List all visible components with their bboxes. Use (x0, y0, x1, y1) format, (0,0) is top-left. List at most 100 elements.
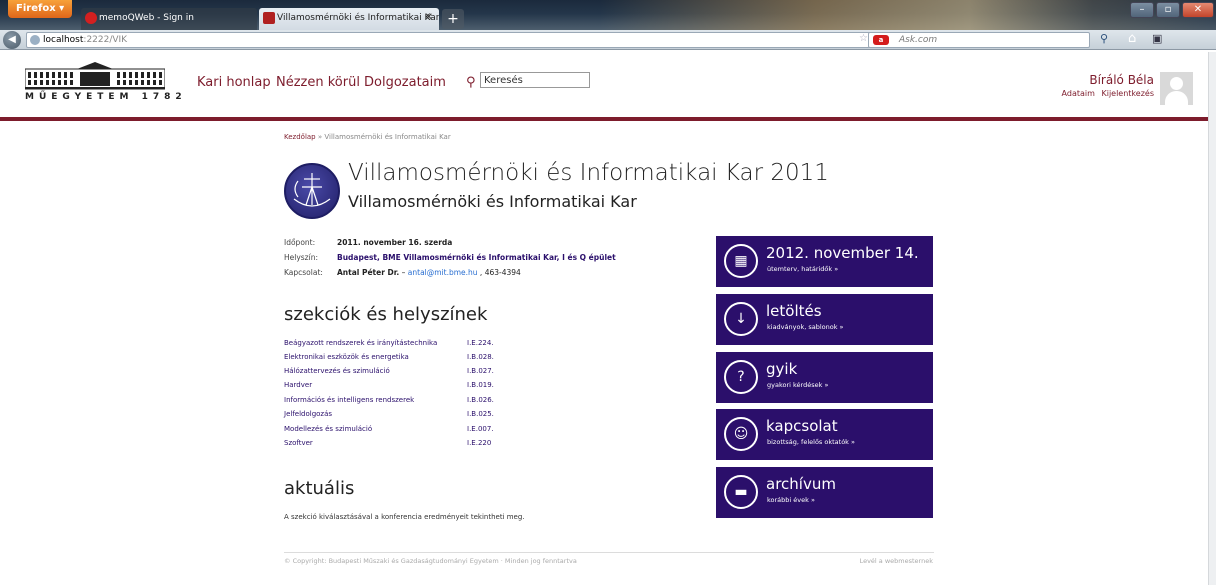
tile-subtitle: bizottság, felelős oktatók » (767, 438, 855, 446)
info-value: Antal Péter Dr. – antal@mit.bme.hu , 463… (337, 268, 521, 277)
nav-nezzen-korul[interactable]: Nézzen körül (276, 75, 360, 90)
location-link[interactable]: Budapest, BME Villamosmérnöki és Informa… (337, 253, 616, 262)
section-room: I.B.019. (467, 381, 494, 389)
url-path: :2222/VIK (83, 35, 128, 45)
aktualis-text: A szekció kiválasztásával a konferencia … (284, 513, 525, 521)
section-link[interactable]: Beágyazott rendszerek és irányítástechni… (284, 339, 437, 347)
section-link[interactable]: Hardver (284, 381, 312, 389)
tile-title: archívum (766, 475, 836, 493)
calendar-icon: ▦ (724, 244, 758, 278)
browser-search-box[interactable]: a Ask.com (868, 32, 1090, 48)
browser-tab-vik[interactable]: Villamosmérnöki és Informatikai Kar -...… (259, 8, 439, 30)
folder-icon: ▬ (724, 475, 758, 509)
contact-separator: – (399, 268, 408, 277)
avatar-head-shape (1170, 77, 1183, 90)
info-value: 2011. november 16. szerda (337, 238, 453, 247)
search-icon: ⚲ (466, 75, 476, 90)
breadcrumb-home-link[interactable]: Kezdőlap (284, 133, 316, 141)
avatar[interactable] (1160, 72, 1193, 105)
tile-kapcsolat[interactable]: ☺ kapcsolat bizottság, felelős oktatók » (716, 409, 933, 460)
firefox-menu-label: Firefox (16, 3, 56, 14)
section-link[interactable]: Elektronikai eszközök és energetika (284, 353, 409, 361)
search-engine-placeholder: Ask.com (899, 35, 938, 45)
new-tab-button[interactable]: + (442, 9, 464, 29)
ask-engine-icon[interactable]: a (873, 35, 889, 45)
nav-dolgozataim[interactable]: Dolgozataim (364, 75, 446, 90)
tile-subtitle: ütemterv, határidők » (767, 265, 839, 273)
titlebar-background (600, 0, 1216, 30)
user-links: Adataim Kijelentkezés (1058, 89, 1154, 98)
site-header: MŰEGYETEM 1782 Kari honlap Nézzen körül … (0, 52, 1216, 117)
tile-archivum[interactable]: ▬ archívum korábbi évek » (716, 467, 933, 518)
section-link[interactable]: Jelfeldolgozás (284, 410, 332, 418)
tile-gyik[interactable]: ? gyik gyakori kérdések » (716, 352, 933, 403)
browser-titlebar: Firefox ▾ memoQWeb - Sign in Villamosmér… (0, 0, 1216, 30)
sections-heading: szekciók és helyszínek (284, 304, 488, 325)
browser-tab-memoqweb[interactable]: memoQWeb - Sign in (81, 8, 257, 30)
info-label: Kapcsolat: (284, 268, 323, 277)
section-link[interactable]: Modellezés és szimuláció (284, 425, 372, 433)
user-link-adataim[interactable]: Adataim (1062, 89, 1095, 98)
section-room: I.B.025. (467, 410, 494, 418)
contact-name: Antal Péter Dr. (337, 268, 400, 277)
people-icon: ☺ (724, 417, 758, 451)
home-icon[interactable]: ⌂ (1128, 31, 1136, 46)
aktualis-heading: aktuális (284, 478, 355, 499)
nav-kari-honlap[interactable]: Kari honlap (197, 75, 271, 90)
breadcrumb-current: » Villamosmérnöki és Informatikai Kar (315, 133, 451, 141)
back-button[interactable]: ◀ (3, 31, 21, 49)
section-room: I.B.027. (467, 367, 494, 375)
avatar-body-shape (1165, 91, 1188, 105)
footer-webmaster-link[interactable]: Levél a webmesternek (860, 557, 933, 565)
window-minimize-button[interactable]: – (1130, 2, 1154, 18)
site-search-input[interactable] (480, 72, 590, 88)
tile-title: kapcsolat (766, 417, 838, 435)
bookmark-star-icon[interactable]: ☆ (859, 33, 868, 44)
page-subtitle: Villamosmérnöki és Informatikai Kar (348, 192, 637, 211)
download-icon: ↓ (724, 302, 758, 336)
user-link-kijelentkezes[interactable]: Kijelentkezés (1101, 89, 1154, 98)
tile-subtitle: gyakori kérdések » (767, 381, 829, 389)
site-identity-icon[interactable] (30, 35, 40, 45)
question-icon: ? (724, 360, 758, 394)
tile-title: gyik (766, 360, 798, 378)
section-link[interactable]: Hálózattervezés és szimuláció (284, 367, 390, 375)
tab-label: Villamosmérnöki és Informatikai Kar -... (277, 13, 439, 23)
browser-navbar: ◀ localhost:2222/VIK ☆ C a Ask.com ⚲ ⌂ ▣ (0, 30, 1216, 50)
address-bar[interactable]: localhost:2222/VIK ☆ C (26, 32, 942, 48)
bme-logo[interactable]: MŰEGYETEM 1782 (25, 61, 182, 107)
footer-divider (284, 552, 934, 553)
tab-label: memoQWeb - Sign in (99, 13, 194, 23)
contact-email-link[interactable]: antal@mit.bme.hu (408, 268, 478, 277)
tile-title: 2012. november 14. (766, 244, 919, 262)
firefox-menu-button[interactable]: Firefox ▾ (8, 0, 72, 18)
section-room: I.E.224. (467, 339, 494, 347)
tile-letoltes[interactable]: ↓ letöltés kiadványok, sablonok » (716, 294, 933, 345)
info-label: Helyszín: (284, 253, 318, 262)
tab-close-icon[interactable]: ✕ (425, 8, 433, 28)
page-title: Villamosmérnöki és Informatikai Kar 2011 (348, 160, 829, 186)
search-go-icon[interactable]: ⚲ (1100, 32, 1108, 45)
tile-utemterv[interactable]: ▦ 2012. november 14. ütemterv, határidők… (716, 236, 933, 287)
memoq-favicon-icon (85, 12, 97, 24)
user-name: Bíráló Béla (1089, 73, 1154, 87)
page-scrollbar[interactable] (1208, 52, 1216, 585)
bme-favicon-icon (263, 12, 275, 24)
info-label: Időpont: (284, 238, 316, 247)
section-room: I.B.026. (467, 396, 494, 404)
window-close-button[interactable]: ✕ (1182, 2, 1214, 18)
building-logo-icon (25, 62, 165, 90)
section-room: I.E.220 (467, 439, 492, 447)
faculty-emblem-icon (284, 163, 340, 219)
url-text: localhost:2222/VIK (43, 33, 127, 47)
tile-subtitle: korábbi évek » (767, 496, 815, 504)
toolbar-menu-icon[interactable]: ▣ (1152, 32, 1162, 45)
tile-subtitle: kiadványok, sablonok » (767, 323, 844, 331)
contact-phone: , 463-4394 (477, 268, 521, 277)
url-host: localhost (43, 35, 84, 45)
section-link[interactable]: Információs és intelligens rendszerek (284, 396, 414, 404)
section-room: I.B.028. (467, 353, 494, 361)
window-maximize-button[interactable]: ▫ (1156, 2, 1180, 18)
emblem-drawing (293, 173, 331, 207)
section-link[interactable]: Szoftver (284, 439, 313, 447)
